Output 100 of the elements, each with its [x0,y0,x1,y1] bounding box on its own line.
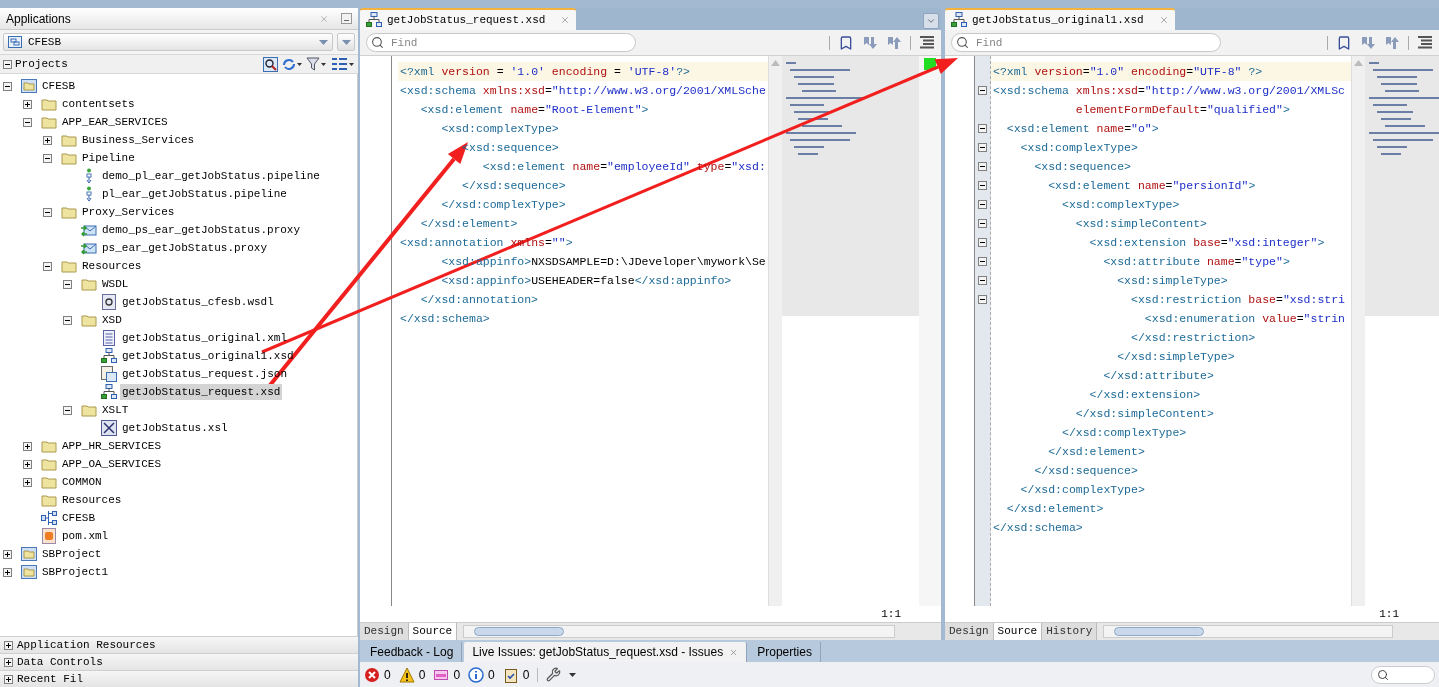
collapse-icon[interactable] [43,153,52,163]
fold-icon[interactable] [978,295,987,304]
collapse-icon[interactable] [3,81,12,91]
accordion-header[interactable]: Data Controls [0,653,358,670]
expand-icon[interactable] [23,477,32,487]
fold-icon[interactable] [978,276,987,285]
tree-item[interactable]: CFESB [60,510,97,526]
expand-icon[interactable] [4,657,13,667]
tree-item[interactable]: Proxy_Services [80,204,177,220]
tree-item[interactable]: getJobStatus_cfesb.wsdl [120,294,276,310]
tree-item[interactable]: WSDL [100,276,131,292]
tree-item[interactable]: getJobStatus_request.xsd [120,384,283,400]
fold-icon[interactable] [978,238,987,247]
caret-icon[interactable] [569,672,577,677]
view-tab[interactable]: Design [945,623,994,640]
tree-item[interactable]: pom.xml [60,528,111,544]
collapse-icon[interactable] [23,117,32,127]
tree-item[interactable]: CFESB [40,78,77,94]
horizontal-scrollbar[interactable] [463,625,895,638]
horizontal-scrollbar[interactable] [1103,625,1393,638]
collapse-icon[interactable] [63,315,72,325]
expand-icon[interactable] [43,135,52,145]
collapse-icon[interactable] [43,261,52,271]
tree-item[interactable]: APP_EAR_SERVICES [60,114,170,130]
fold-icon[interactable] [978,86,987,95]
clipboard-check-icon[interactable] [502,666,519,683]
tree-item[interactable]: getJobStatus_original1.xsd [120,348,296,364]
folder-icon [81,276,97,292]
search-field[interactable] [1371,665,1435,684]
section-header[interactable]: Projects [15,55,68,73]
tree-item[interactable]: ps_ear_getJobStatus.proxy [100,240,270,256]
tree-item[interactable]: demo_ps_ear_getJobStatus.proxy [100,222,303,238]
tree-item[interactable]: getJobStatus_original.xml [120,330,290,346]
find-field[interactable]: Find [366,33,636,52]
editor-tab[interactable]: getJobStatus_request.xsd [360,8,577,30]
info-icon[interactable] [468,666,485,683]
tree-item[interactable]: Business_Services [80,132,197,148]
wrench-icon[interactable] [546,667,562,682]
search-icon[interactable] [263,56,278,72]
tree-item[interactable]: SBProject1 [40,564,110,580]
menu-dropdown-button[interactable] [337,33,355,51]
minimize-button[interactable] [341,13,352,24]
status-ok-marker[interactable] [924,58,936,70]
tree-item[interactable]: APP_HR_SERVICES [60,438,164,454]
tree-item[interactable]: pl_ear_getJobStatus.pipeline [100,186,289,202]
layout-options-icon[interactable] [331,56,355,72]
tree-item[interactable]: Resources [80,258,144,274]
tree-item[interactable]: XSD [100,312,124,328]
collapse-icon[interactable] [63,405,72,415]
fold-icon[interactable] [978,219,987,228]
fold-icon[interactable] [978,143,987,152]
collapse-icon[interactable] [63,279,72,289]
sync-icon[interactable] [281,56,303,72]
fold-icon[interactable] [978,162,987,171]
accordion-header[interactable]: Recent Fil [0,670,358,687]
code-line: <xsd:element name="persionId"> [1047,178,1257,194]
expand-icon[interactable] [3,549,12,559]
fold-icon[interactable] [978,200,987,209]
expand-icon[interactable] [4,674,13,684]
panel-tab[interactable]: Live Issues: getJobStatus_request.xsd - Issues [464,642,748,662]
document-icon [101,330,117,346]
tree-item[interactable]: SBProject [40,546,104,562]
filter-icon[interactable] [306,56,328,72]
tree-item[interactable]: APP_OA_SERVICES [60,456,164,472]
expand-icon[interactable] [23,99,32,109]
editor-tab[interactable]: getJobStatus_original1.xsd [945,8,1175,30]
expand-icon[interactable] [4,640,13,650]
expand-icon[interactable] [23,441,32,451]
accordion-header[interactable]: Application Resources [0,636,358,653]
tree-item[interactable]: getJobStatus.xsl [120,420,230,436]
fold-icon[interactable] [978,124,987,133]
menu-icon[interactable] [919,35,935,50]
collapse-icon[interactable] [43,207,52,217]
bookmark-icon[interactable] [838,34,854,51]
envelope-arrows-icon [81,222,97,238]
view-tab[interactable]: Source [993,623,1043,640]
warning-icon[interactable] [398,666,415,683]
expand-icon[interactable] [23,459,32,469]
view-tab[interactable]: Design [360,623,409,640]
tree-item[interactable]: XSLT [100,402,131,418]
minimap-drawing[interactable] [1365,56,1439,316]
tree-item[interactable]: Resources [60,492,124,508]
fold-icon[interactable] [978,257,987,266]
minimap-drawing[interactable] [782,56,919,316]
tree-item[interactable]: Pipeline [80,150,137,166]
search-icon[interactable] [371,36,384,49]
bookmark-icon[interactable] [1336,34,1352,51]
collapse-icon[interactable] [3,59,12,69]
tree-item[interactable]: demo_pl_ear_getJobStatus.pipeline [100,168,322,184]
fold-icon[interactable] [978,181,987,190]
search-icon[interactable] [956,36,969,49]
menu-icon[interactable] [1417,35,1433,50]
find-field[interactable]: Find [951,33,1221,52]
expand-icon[interactable] [3,567,12,577]
tree-item[interactable]: COMMON [60,474,104,490]
view-tab[interactable]: History [1042,623,1098,640]
error-icon[interactable] [364,666,380,683]
view-tab[interactable]: Source [408,623,458,640]
application-dropdown[interactable]: CFESB [3,33,333,51]
tree-item[interactable]: contentsets [60,96,137,112]
